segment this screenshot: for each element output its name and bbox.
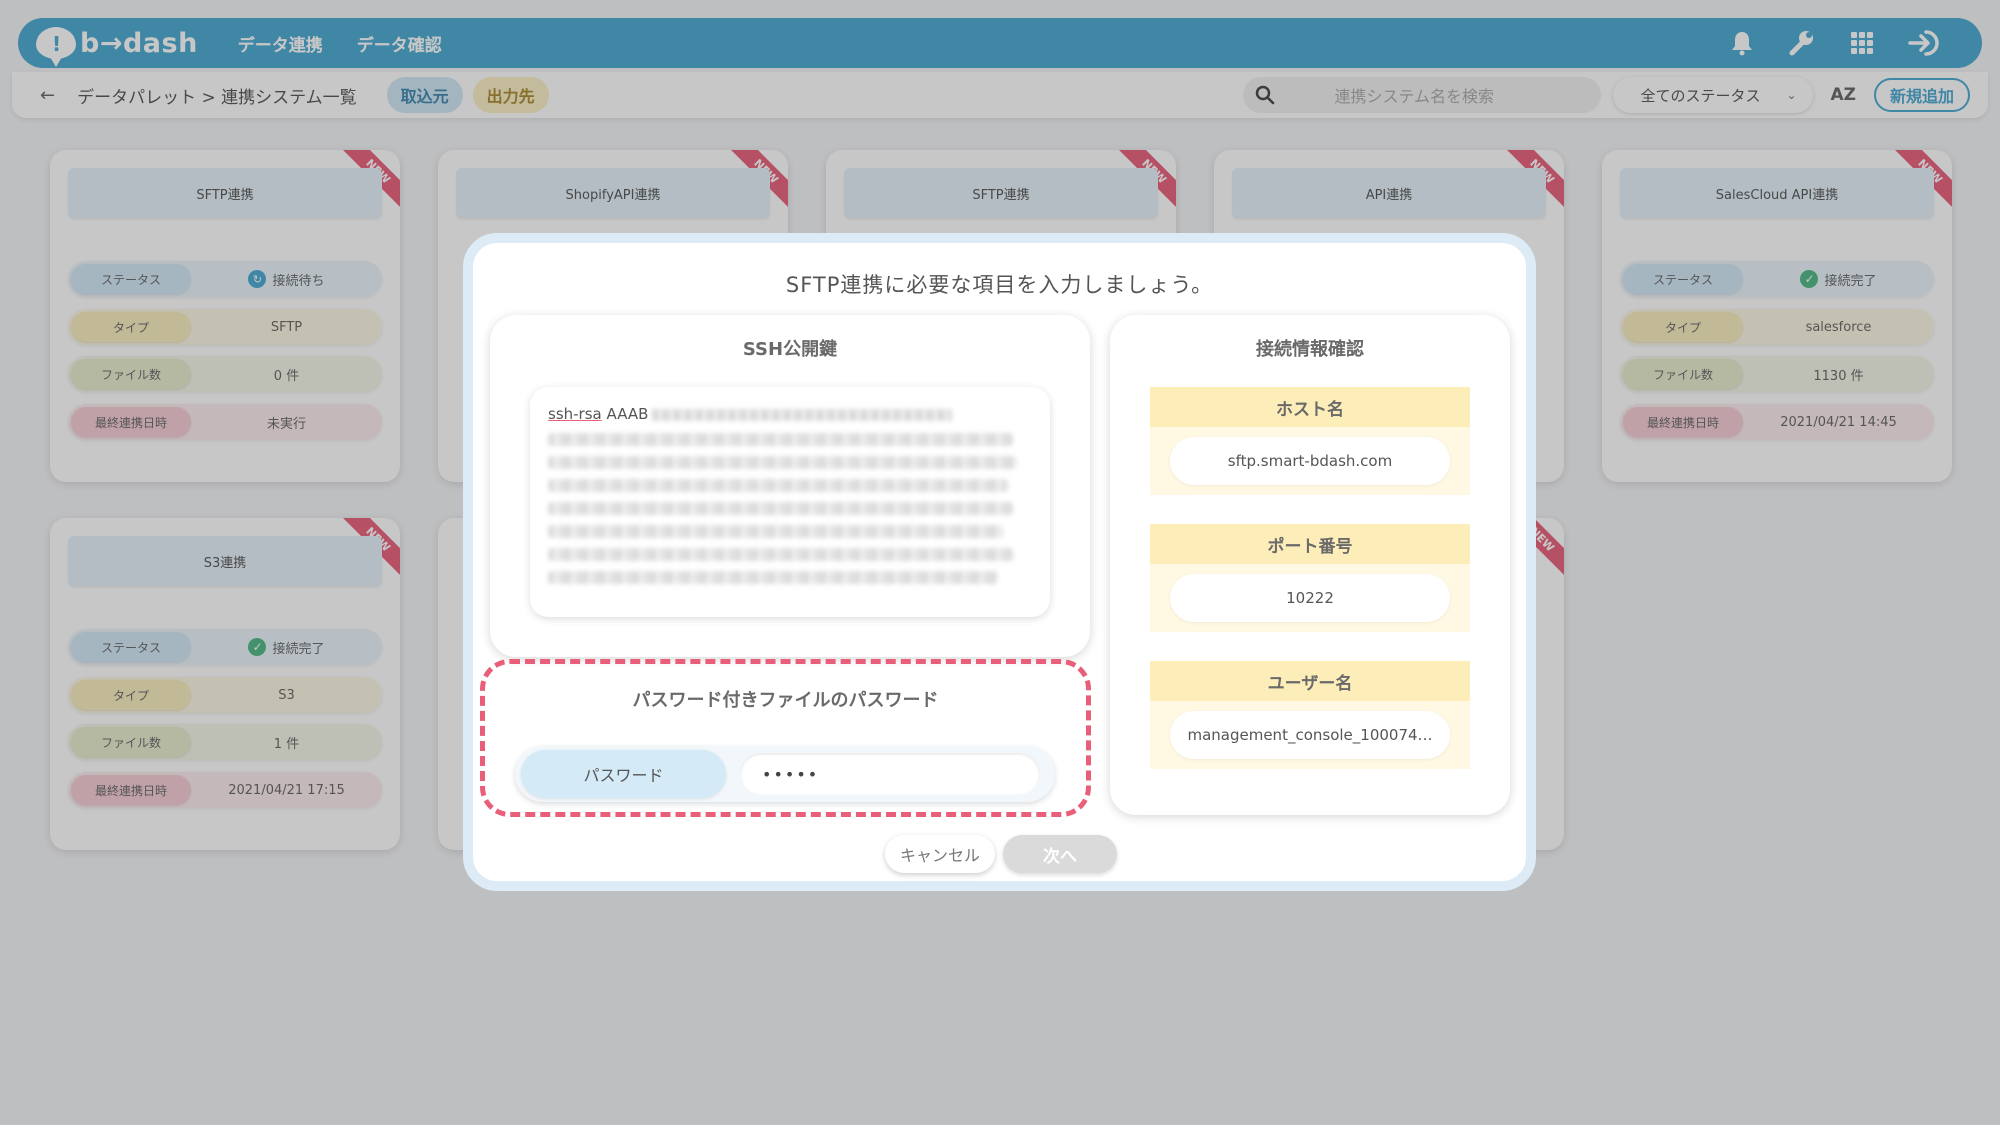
sftp-setup-modal: SFTP連携に必要な項目を入力しましょう。 SSH公開鍵 ssh-rsa AAA… (463, 233, 1536, 891)
port-value: 10222 (1170, 574, 1450, 622)
password-highlight-area: パスワード付きファイルのパスワード パスワード ••••• (480, 659, 1091, 817)
user-value-wrap: management_console_100074… (1150, 701, 1470, 769)
cancel-button[interactable]: キャンセル (885, 835, 995, 873)
port-value-wrap: 10222 (1150, 564, 1470, 632)
host-value-wrap: sftp.smart-bdash.com (1150, 427, 1470, 495)
user-value: management_console_100074… (1170, 711, 1450, 759)
password-heading: パスワード付きファイルのパスワード (620, 686, 951, 714)
ssh-key-start: AAAB (606, 405, 649, 423)
ssh-key-display[interactable]: ssh-rsa AAAB (530, 387, 1050, 617)
ssh-key-panel: SSH公開鍵 ssh-rsa AAAB (490, 315, 1090, 657)
user-label: ユーザー名 (1150, 661, 1470, 701)
ssh-key-prefix: ssh-rsa (548, 405, 602, 423)
host-value: sftp.smart-bdash.com (1170, 437, 1450, 485)
password-label: パスワード (521, 750, 726, 798)
host-label: ホスト名 (1150, 387, 1470, 427)
connection-info-panel: 接続情報確認 ホスト名 sftp.smart-bdash.com ポート番号 1… (1110, 315, 1510, 815)
ssh-key-heading: SSH公開鍵 (730, 335, 850, 363)
password-input[interactable]: ••••• (740, 753, 1040, 795)
next-button[interactable]: 次へ (1003, 835, 1117, 873)
connection-info-heading: 接続情報確認 (1244, 335, 1376, 363)
password-row: パスワード ••••• (515, 746, 1055, 802)
modal-title: SFTP連携に必要な項目を入力しましょう。 (785, 273, 1214, 297)
port-label: ポート番号 (1150, 524, 1470, 564)
